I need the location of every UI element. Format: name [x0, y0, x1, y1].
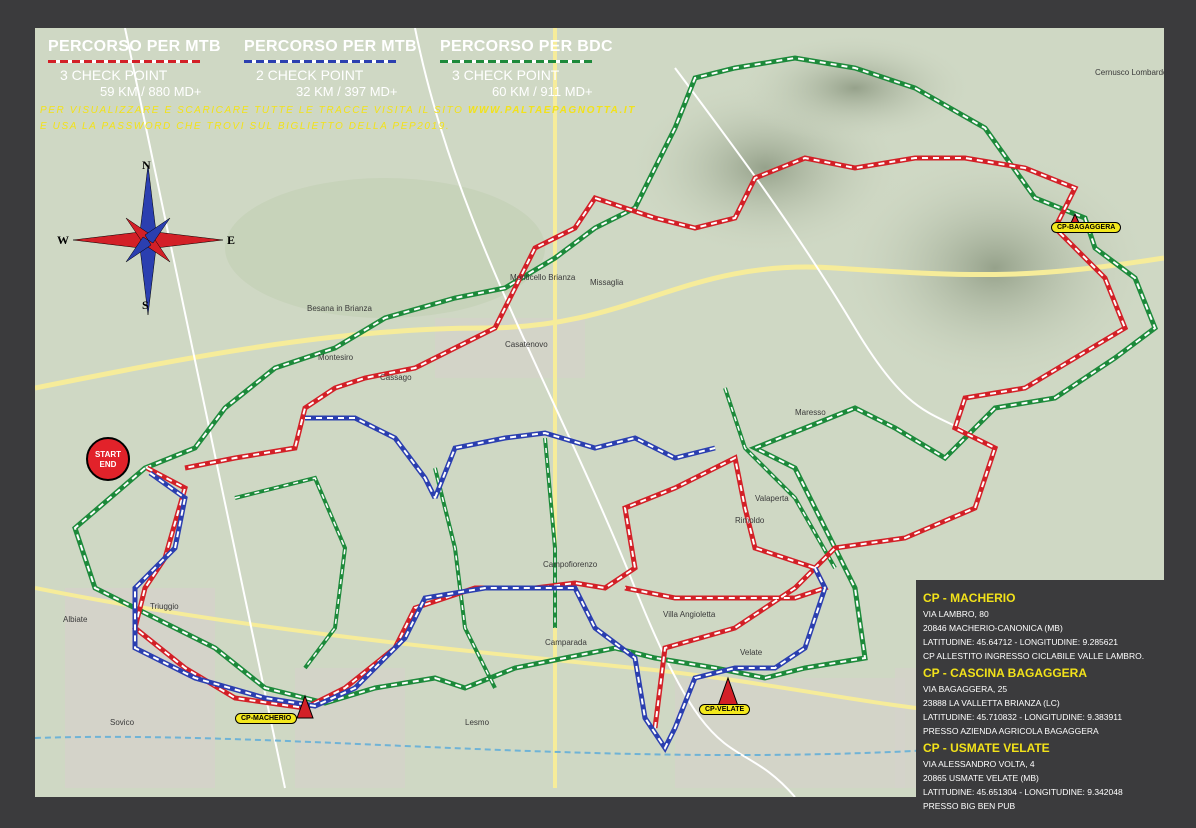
place-label: Besana in Brianza [307, 304, 372, 313]
checkpoint-macherio: CP - MACHERIO VIA LAMBRO, 80 20846 MACHE… [923, 591, 1156, 663]
checkpoint-line: VIA BAGAGGERA, 25 [923, 684, 1008, 694]
compass-n: N [142, 158, 151, 172]
place-label: Valaperta [755, 494, 789, 503]
checkpoint-line: 23888 LA VALLETTA BRIANZA (LC) [923, 698, 1060, 708]
legend-stats: 60 KM / 911 MD+ [492, 84, 593, 99]
notice-line-2: E USA LA PASSWORD CHE TROVI SUL BIGLIETT… [40, 121, 451, 132]
compass-rose [72, 164, 224, 316]
place-label: Cernusco Lombardone [1095, 68, 1164, 77]
place-label: Sovico [110, 718, 135, 727]
checkpoint-velate: CP - USMATE VELATE VIA ALESSANDRO VOLTA,… [923, 741, 1156, 813]
download-notice: PER VISUALIZZARE E SCARICARE TUTTE LE TR… [40, 103, 636, 135]
legend-swatch [48, 60, 200, 63]
end-label: END [99, 460, 117, 469]
checkpoint-line: VIA ALESSANDRO VOLTA, 4 [923, 759, 1035, 769]
place-label: Missaglia [590, 278, 624, 287]
legend-stats: 59 KM / 880 MD+ [100, 84, 202, 99]
legend-swatch [440, 60, 592, 63]
legend-item-green: PERCORSO PER BDC 3 CHECK POINT 60 KM / 9… [440, 38, 613, 99]
checkpoint-line: LATITUDINE: 45.710832 - LONGITUDINE: 9.3… [923, 712, 1123, 722]
legend-swatch [244, 60, 396, 63]
checkpoint-line: LATITUDINE: 45.651304 - LONGITUDINE: 9.3… [923, 787, 1123, 797]
legend-item-blue: PERCORSO PER MTB 2 CHECK POINT 32 KM / 3… [244, 38, 417, 99]
checkpoint-line: 20846 MACHERIO-CANONICA (MB) [923, 623, 1063, 633]
checkpoint-line: 20865 USMATE VELATE (MB) [923, 773, 1039, 783]
compass-e: E [227, 233, 236, 247]
cp-macherio-tag[interactable]: CP-MACHERIO [235, 713, 298, 724]
place-label: Albiate [63, 615, 88, 624]
place-label: Villa Angioletta [663, 610, 716, 619]
legend-stats: 32 KM / 397 MD+ [296, 84, 398, 99]
place-label: Campofiorenzo [543, 560, 598, 569]
checkpoint-title: CP - MACHERIO [923, 591, 1016, 605]
place-label: Cassago [380, 373, 412, 382]
compass-w: W [57, 233, 69, 247]
checkpoint-bagaggera: CP - CASCINA BAGAGGERA VIA BAGAGGERA, 25… [923, 666, 1156, 738]
legend-title: PERCORSO PER MTB [244, 38, 417, 55]
checkpoint-title: CP - USMATE VELATE [923, 741, 1050, 755]
place-label: Maresso [795, 408, 826, 417]
cp-bagaggera-tag[interactable]: CP-BAGAGGERA [1051, 222, 1122, 233]
start-end-marker[interactable]: START END [86, 437, 130, 481]
legend-title: PERCORSO PER MTB [48, 38, 221, 55]
compass-s: S [142, 298, 149, 312]
notice-prefix: PER VISUALIZZARE E SCARICARE TUTTE LE TR… [40, 105, 468, 116]
notice-line-1: PER VISUALIZZARE E SCARICARE TUTTE LE TR… [40, 103, 636, 119]
place-label: Montesiro [318, 353, 354, 362]
checkpoint-panel: CP - MACHERIO VIA LAMBRO, 80 20846 MACHE… [916, 580, 1164, 811]
place-label: Casatenovo [505, 340, 548, 349]
legend-item-red: PERCORSO PER MTB 3 CHECK POINT 59 KM / 8… [48, 38, 221, 99]
place-label: Triuggio [150, 602, 179, 611]
place-label: Camparada [545, 638, 587, 647]
hill-shade [735, 33, 975, 143]
legend-title: PERCORSO PER BDC [440, 38, 613, 55]
checkpoint-line: PRESSO AZIENDA AGRICOLA BAGAGGERA [923, 726, 1099, 736]
legend-checkpoints: 2 CHECK POINT [256, 67, 364, 83]
place-label: Lesmo [465, 718, 490, 727]
hill-shade [225, 178, 545, 318]
legend-checkpoints: 3 CHECK POINT [60, 67, 168, 83]
checkpoint-line: LATITUDINE: 45.64712 - LONGITUDINE: 9.28… [923, 637, 1118, 647]
checkpoint-line: CP ALLESTITO INGRESSO CICLABILE VALLE LA… [923, 651, 1145, 661]
place-label: Velate [740, 648, 763, 657]
checkpoint-line: PRESSO BIG BEN PUB [923, 801, 1016, 811]
legend-checkpoints: 3 CHECK POINT [452, 67, 560, 83]
site-link[interactable]: WWW.PALTAEPAGNOTTA.IT [468, 105, 636, 116]
cp-velate-tag[interactable]: CP-VELATE [699, 704, 751, 715]
urban-area [675, 678, 905, 788]
start-label: START [94, 450, 122, 459]
place-label: Rimoldo [735, 516, 765, 525]
checkpoint-title: CP - CASCINA BAGAGGERA [923, 666, 1088, 680]
checkpoint-line: VIA LAMBRO, 80 [923, 609, 989, 619]
place-label: Monticello Brianza [510, 273, 576, 282]
